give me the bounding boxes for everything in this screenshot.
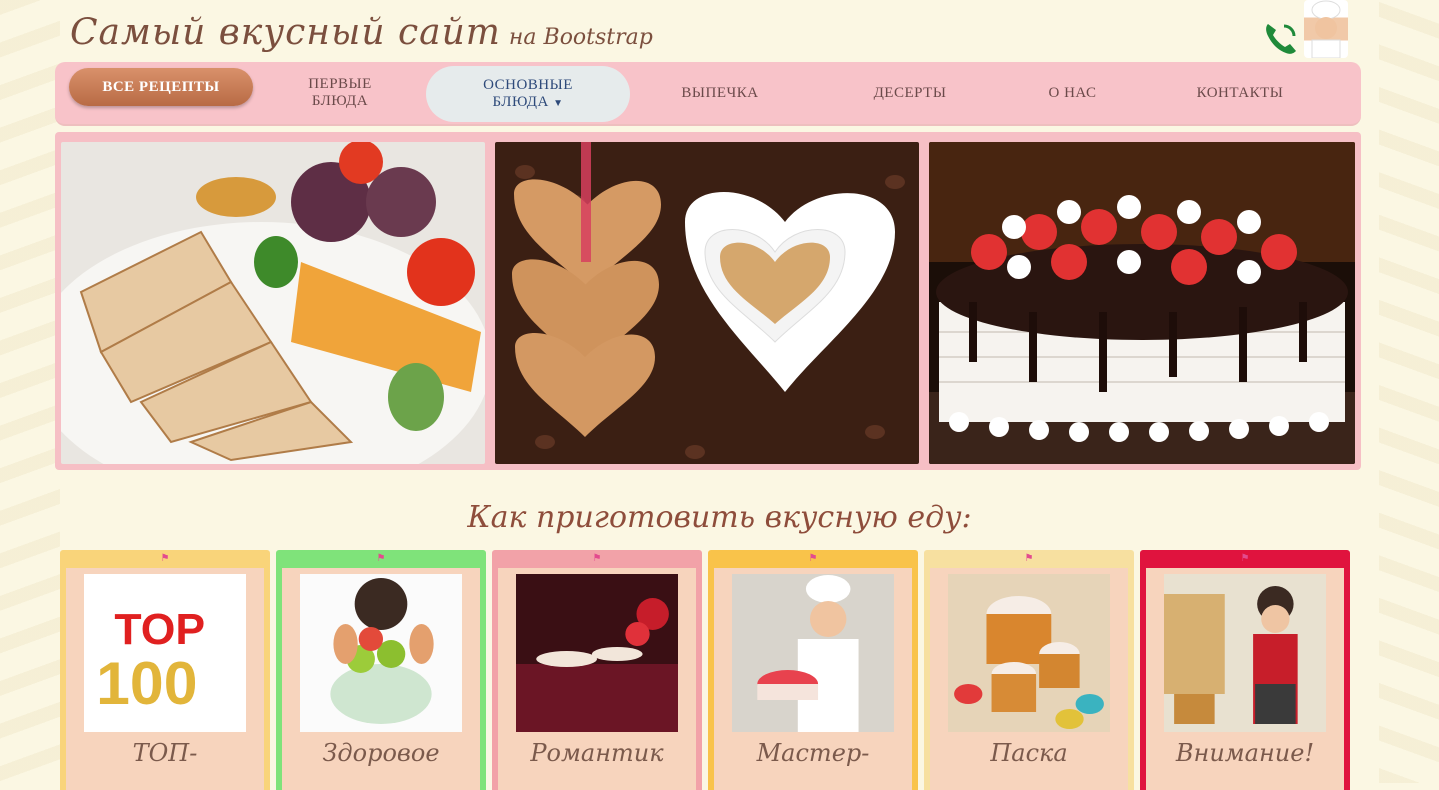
nav-desserts[interactable]: ДЕСЕРТЫ <box>850 62 970 124</box>
pin-icon: ⚑ <box>376 553 386 564</box>
nav-first-courses[interactable]: ПЕРВЫЕ БЛЮДА <box>285 62 395 124</box>
card-caption: Внимание! <box>1175 739 1315 767</box>
image-carousel[interactable] <box>55 132 1361 470</box>
card-healthy[interactable]: ⚑ Здоровое <box>276 550 486 790</box>
pin-icon: ⚑ <box>592 553 602 564</box>
romantic-dinner-image <box>516 574 678 732</box>
site-title: Самый вкусный сайт <box>70 12 501 53</box>
nav-main-courses[interactable]: ОСНОВНЫЕ БЛЮДА ▼ <box>426 66 630 122</box>
card-caption: Романтик <box>530 739 664 767</box>
nav-all-recipes[interactable]: ВСЕ РЕЦЕПТЫ <box>69 68 253 106</box>
nav-contacts[interactable]: КОНТАКТЫ <box>1170 62 1310 124</box>
card-attention[interactable]: ⚑ Внимание! <box>1140 550 1350 790</box>
nav-baking[interactable]: ВЫПЕЧКА <box>660 62 780 124</box>
section-title: Как приготовить вкусную еду: <box>467 500 972 535</box>
phone-icon[interactable] <box>1262 20 1300 56</box>
card-caption: Мастер- <box>756 739 870 767</box>
card-romantic[interactable]: ⚑ Романтик <box>492 550 702 790</box>
card-top-recipes[interactable]: ⚑ TOP 100 ТОП- <box>60 550 270 790</box>
pin-icon: ⚑ <box>1240 553 1250 564</box>
easter-cake-image <box>948 574 1110 732</box>
retro-woman-kitchen-image <box>1164 574 1326 732</box>
svg-text:100: 100 <box>96 649 197 717</box>
chevron-down-icon: ▼ <box>553 97 564 109</box>
svg-text:TOP: TOP <box>114 605 205 654</box>
healthy-fruit-image <box>300 574 462 732</box>
card-caption: ТОП- <box>132 739 198 767</box>
card-master-class[interactable]: ⚑ Мастер- <box>708 550 918 790</box>
site-brand[interactable]: Самый вкусный сайт на Bootstrap <box>70 12 653 53</box>
background-ornament-left <box>0 0 60 783</box>
main-navbar: ВСЕ РЕЦЕПТЫ ПЕРВЫЕ БЛЮДА ОСНОВНЫЕ БЛЮДА … <box>55 62 1361 126</box>
grilled-chicken-photo[interactable] <box>61 142 485 464</box>
card-caption: Паска <box>990 739 1068 767</box>
strawberry-cake-photo[interactable] <box>929 142 1355 464</box>
pin-icon: ⚑ <box>160 553 170 564</box>
card-caption: Здоровое <box>322 739 440 767</box>
site-subtitle: на Bootstrap <box>508 25 653 50</box>
pin-icon: ⚑ <box>808 553 818 564</box>
chef-cake-image <box>732 574 894 732</box>
card-easter[interactable]: ⚑ Паска <box>924 550 1134 790</box>
top-100-image: TOP 100 <box>84 574 246 732</box>
heart-cookies-coffee-photo[interactable] <box>495 142 919 464</box>
background-ornament-right <box>1379 0 1439 783</box>
chef-avatar <box>1304 0 1348 58</box>
nav-about[interactable]: О НАС <box>1025 62 1120 124</box>
pin-icon: ⚑ <box>1024 553 1034 564</box>
